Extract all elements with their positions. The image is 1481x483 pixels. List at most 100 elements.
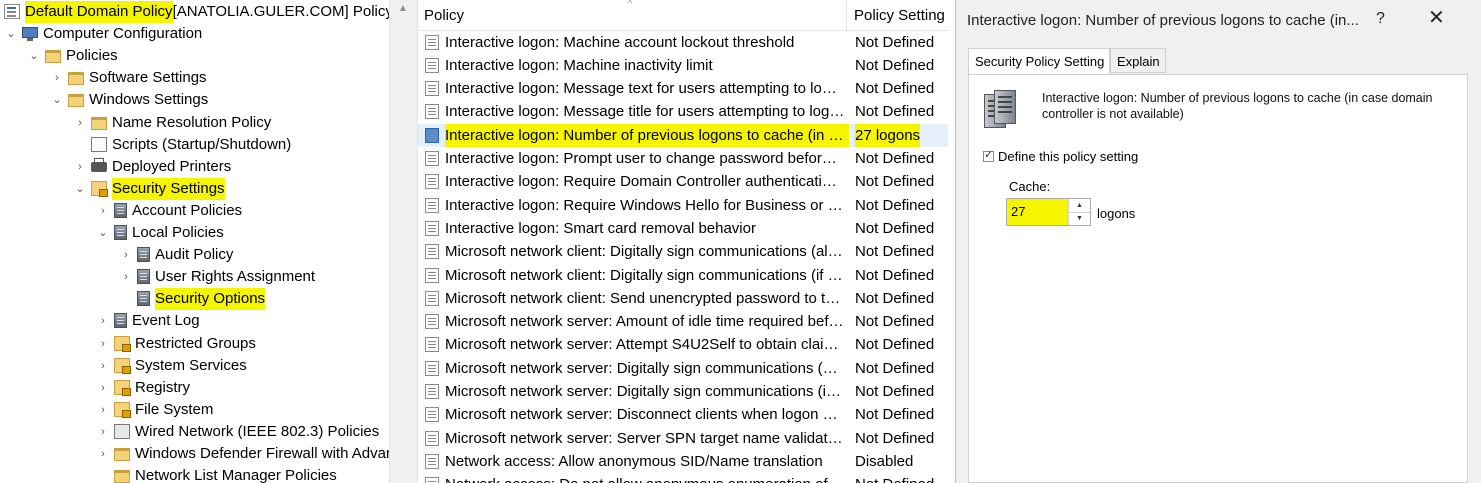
- cache-stepper[interactable]: 27 ▲ ▼: [1006, 198, 1091, 226]
- policy-row[interactable]: Interactive logon: Machine account locko…: [418, 31, 948, 54]
- chevron-right-icon[interactable]: ›: [96, 443, 110, 465]
- lockfolder-icon: [91, 180, 108, 197]
- policy-row[interactable]: Interactive logon: Smart card removal be…: [418, 217, 948, 240]
- tree-item[interactable]: Default Domain Policy [ANATOLIA.GULER.CO…: [0, 1, 389, 23]
- tree-item[interactable]: Scripts (Startup/Shutdown): [73, 134, 291, 156]
- tree-item-label: Event Log: [132, 312, 200, 330]
- chevron-right-icon[interactable]: ›: [119, 266, 133, 288]
- policy-name: Interactive logon: Prompt user to change…: [445, 150, 845, 167]
- chevron-right-icon[interactable]: ›: [119, 244, 133, 266]
- pane-splitter[interactable]: ▲: [389, 0, 418, 483]
- tree-item[interactable]: › Audit Policy: [119, 244, 233, 266]
- server-icon: [137, 291, 150, 307]
- tree-item-label: Computer Configuration: [43, 25, 203, 43]
- column-header-policy[interactable]: Policy: [424, 7, 464, 24]
- policy-row[interactable]: Interactive logon: Require Windows Hello…: [418, 194, 948, 217]
- policy-row[interactable]: Microsoft network client: Digitally sign…: [418, 264, 948, 287]
- tree-item[interactable]: › Event Log: [96, 310, 200, 332]
- tree-item-label: User Rights Assignment: [155, 268, 316, 286]
- doc-icon: [91, 136, 107, 152]
- tree-item[interactable]: › Restricted Groups: [96, 333, 256, 355]
- lockfolder-icon: [114, 357, 131, 374]
- server-icon: [114, 202, 127, 218]
- policy-item-icon: [425, 453, 439, 469]
- policy-name: Microsoft network server: Server SPN tar…: [445, 429, 845, 447]
- policy-name: Microsoft network server: Disconnect cli…: [445, 406, 845, 424]
- tree-item-label: Registry: [135, 378, 191, 396]
- chevron-right-icon[interactable]: ›: [73, 112, 87, 134]
- policy-row[interactable]: Interactive logon: Prompt user to change…: [418, 147, 948, 170]
- chevron-right-icon[interactable]: ›: [96, 399, 110, 421]
- scroll-up-icon[interactable]: ▲: [398, 3, 408, 14]
- folder-icon: [114, 470, 130, 483]
- policy-row[interactable]: Interactive logon: Require Domain Contro…: [418, 170, 948, 193]
- server-icon: [114, 225, 127, 240]
- policy-row[interactable]: Interactive logon: Message title for use…: [418, 100, 948, 123]
- tree-item[interactable]: ⌄ Computer Configuration: [4, 23, 202, 45]
- chevron-right-icon[interactable]: ›: [96, 355, 110, 377]
- chevron-right-icon[interactable]: ›: [50, 67, 64, 89]
- tree-item[interactable]: › User Rights Assignment: [119, 266, 315, 288]
- tree-item[interactable]: › File System: [96, 399, 213, 421]
- column-header-policy-setting[interactable]: Policy Setting: [854, 7, 945, 24]
- console-tree: Default Domain Policy [ANATOLIA.GULER.CO…: [0, 0, 389, 483]
- tab-security-policy-setting[interactable]: Security Policy Setting: [968, 48, 1110, 75]
- policy-name: Interactive logon: Message title for use…: [445, 103, 845, 121]
- chevron-right-icon[interactable]: ›: [96, 200, 110, 222]
- tree-item[interactable]: › Windows Defender Firewall with Advar: [96, 443, 389, 465]
- chevron-right-icon[interactable]: ›: [73, 156, 87, 178]
- tree-item-label: Deployed Printers: [112, 157, 232, 175]
- policy-row[interactable]: Network access: Do not allow anonymous e…: [418, 473, 948, 483]
- policy-item-icon: [425, 314, 439, 330]
- policy-row[interactable]: Microsoft network server: Amount of idle…: [418, 310, 948, 333]
- chevron-down-icon[interactable]: ⌄: [73, 178, 87, 200]
- policy-row[interactable]: Interactive logon: Message text for user…: [418, 77, 948, 100]
- policy-row[interactable]: Microsoft network client: Digitally sign…: [418, 240, 948, 263]
- policy-row[interactable]: Microsoft network server: Server SPN tar…: [418, 427, 948, 450]
- tree-item-suffix: [ANATOLIA.GULER.COM] Policy: [172, 3, 389, 20]
- policy-row[interactable]: Microsoft network server: Disconnect cli…: [418, 403, 948, 426]
- tree-item[interactable]: ⌄ Local Policies: [96, 222, 223, 244]
- chevron-right-icon[interactable]: ›: [96, 310, 110, 332]
- tree-item[interactable]: › Registry: [96, 377, 190, 399]
- tree-item[interactable]: ⌄ Policies: [27, 45, 117, 67]
- tree-item[interactable]: › Deployed Printers: [73, 156, 231, 178]
- define-policy-checkbox-row[interactable]: Define this policy setting: [983, 148, 1138, 164]
- policy-row[interactable]: Network access: Allow anonymous SID/Name…: [418, 450, 948, 473]
- tree-item[interactable]: Network List Manager Policies: [96, 465, 337, 483]
- close-button[interactable]: ✕: [1428, 8, 1445, 28]
- chevron-right-icon[interactable]: ›: [96, 377, 110, 399]
- chevron-down-icon[interactable]: ⌄: [4, 23, 18, 45]
- policy-setting-value: Disabled: [855, 452, 914, 470]
- policy-row[interactable]: Interactive logon: Machine inactivity li…: [418, 54, 948, 77]
- policy-row[interactable]: Microsoft network client: Send unencrypt…: [418, 287, 948, 310]
- policy-row[interactable]: Microsoft network server: Attempt S4U2Se…: [418, 333, 948, 356]
- spin-down-button[interactable]: ▼: [1068, 212, 1090, 225]
- spin-up-button[interactable]: ▲: [1068, 199, 1090, 213]
- tree-item[interactable]: Security Options: [119, 288, 266, 311]
- chevron-right-icon[interactable]: ›: [96, 333, 110, 355]
- tree-item[interactable]: › Account Policies: [96, 200, 242, 222]
- help-button[interactable]: ?: [1376, 10, 1385, 28]
- policy-row[interactable]: Microsoft network server: Digitally sign…: [418, 380, 948, 403]
- tree-item[interactable]: › System Services: [96, 355, 247, 377]
- cache-input[interactable]: 27: [1007, 199, 1069, 225]
- policy-item-icon: [425, 477, 439, 483]
- chevron-down-icon[interactable]: ⌄: [96, 222, 110, 244]
- policy-row[interactable]: Interactive logon: Number of previous lo…: [418, 123, 948, 147]
- chevron-down-icon[interactable]: ⌄: [50, 89, 64, 111]
- tree-item[interactable]: › Software Settings: [50, 67, 206, 89]
- policy-icon: [4, 4, 20, 19]
- printer-icon: [91, 157, 107, 172]
- chevron-right-icon[interactable]: ›: [96, 421, 110, 443]
- tree-item[interactable]: › Name Resolution Policy: [73, 112, 271, 134]
- define-policy-checkbox[interactable]: [983, 148, 994, 162]
- chevron-down-icon[interactable]: ⌄: [27, 45, 41, 67]
- tree-item[interactable]: › Wired Network (IEEE 802.3) Policies: [96, 421, 379, 443]
- tree-item[interactable]: ⌄ Security Settings: [73, 177, 225, 200]
- tree-item[interactable]: ⌄ Windows Settings: [50, 89, 208, 111]
- policy-item-icon: [425, 197, 439, 213]
- column-divider[interactable]: [846, 0, 847, 30]
- policy-row[interactable]: Microsoft network server: Digitally sign…: [418, 357, 948, 380]
- tab-explain[interactable]: Explain: [1110, 48, 1166, 73]
